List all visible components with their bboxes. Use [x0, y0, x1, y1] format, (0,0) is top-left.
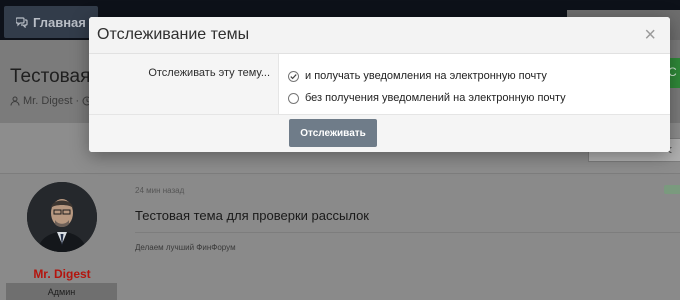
avatar[interactable]: [27, 182, 97, 252]
dialog-footer: Отслеживать: [89, 114, 670, 152]
meta-separator: ·: [75, 95, 80, 107]
post-time[interactable]: 24 мин назад: [135, 186, 184, 195]
option-with-email[interactable]: и получать уведомления на электронную по…: [288, 65, 566, 87]
dialog-header: Отслеживание темы ×: [89, 17, 670, 54]
chat-bubbles-icon: [16, 17, 28, 28]
option-without-email-label: без получения уведомлений на электронную…: [305, 92, 566, 104]
radio-with-email[interactable]: [288, 70, 299, 82]
post-username[interactable]: Mr. Digest: [0, 267, 124, 281]
post-signature: Делаем лучший ФинФорум: [135, 243, 236, 252]
radio-without-email[interactable]: [288, 92, 299, 104]
watch-field-label: Отслеживать эту тему...: [148, 67, 270, 79]
user-role-badge: Админ: [6, 283, 117, 300]
dialog-title: Отслеживание темы: [97, 26, 250, 43]
home-tab-label: Главная: [33, 14, 86, 30]
close-icon[interactable]: ×: [644, 25, 656, 45]
post-card: Mr. Digest Админ 24 мин назад Тестовая т…: [0, 173, 680, 300]
thread-author[interactable]: Mr. Digest: [23, 95, 73, 107]
watch-options: и получать уведомления на электронную по…: [288, 65, 566, 109]
home-tab[interactable]: Главная: [4, 6, 98, 38]
user-icon: [10, 96, 20, 106]
post-text: Тестовая тема для проверки рассылок: [135, 208, 369, 223]
check-icon: [290, 73, 297, 79]
dialog-body: Отслеживать эту тему... и получать уведо…: [89, 54, 670, 114]
post-divider: [135, 232, 680, 233]
thread-meta: Mr. Digest · 2: [10, 95, 101, 107]
watch-field-label-cell: Отслеживать эту тему...: [89, 54, 279, 114]
watch-submit-button[interactable]: Отслеживать: [289, 119, 377, 147]
option-without-email[interactable]: без получения уведомлений на электронную…: [288, 87, 566, 109]
post-status-tag: [664, 185, 680, 194]
avatar-portrait: [27, 182, 97, 252]
option-with-email-label: и получать уведомления на электронную по…: [305, 70, 547, 82]
watch-thread-dialog: Отслеживание темы × Отслеживать эту тему…: [89, 17, 670, 152]
